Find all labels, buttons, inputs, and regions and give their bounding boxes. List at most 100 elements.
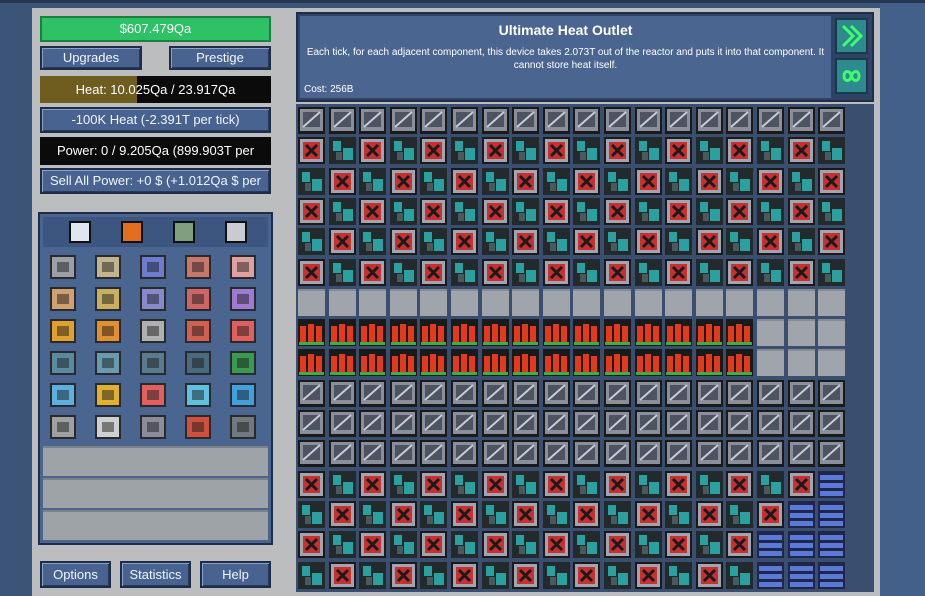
fuel-cell[interactable] [725, 348, 754, 377]
heat-outlet-cell[interactable] [328, 227, 357, 256]
plating-cell[interactable] [389, 439, 418, 468]
vent-heat-button[interactable]: -100K Heat (-2.391T per tick) [40, 107, 271, 133]
heat-vent-cell[interactable] [542, 227, 571, 256]
heat-vent-cell[interactable] [817, 197, 846, 226]
heat-inlet-icon[interactable] [138, 317, 168, 345]
fuel-cell[interactable] [389, 318, 418, 347]
plating-cell[interactable] [450, 409, 479, 438]
heat-vent-cell[interactable] [450, 258, 479, 287]
heat-outlet-cell[interactable] [450, 561, 479, 590]
plating-cell[interactable] [328, 106, 357, 135]
heat-vent-cell[interactable] [603, 500, 632, 529]
heat-vent-cell[interactable] [511, 258, 540, 287]
heat-outlet-cell[interactable] [358, 470, 387, 499]
exchanger-icon[interactable] [228, 285, 258, 313]
empty-cell[interactable] [817, 318, 846, 347]
heat-vent-cell[interactable] [572, 136, 601, 165]
heat-outlet-cell[interactable] [297, 530, 326, 559]
heat-outlet-cell[interactable] [756, 227, 785, 256]
plating-cell[interactable] [664, 379, 693, 408]
plating-cell[interactable] [756, 106, 785, 135]
heat-vent-cell[interactable] [481, 227, 510, 256]
heat-outlet-cell[interactable] [817, 227, 846, 256]
plating-cell[interactable] [634, 409, 663, 438]
infinite-mode-button[interactable] [835, 58, 868, 94]
plating-cell[interactable] [389, 379, 418, 408]
capacitor-icon[interactable] [138, 381, 168, 409]
heat-vent-cell[interactable] [328, 470, 357, 499]
heat-vent-cell[interactable] [634, 136, 663, 165]
plating-icon[interactable] [138, 413, 168, 441]
empty-cell[interactable] [664, 288, 693, 317]
capacitor-cell[interactable] [817, 561, 846, 590]
plating-cell[interactable] [511, 409, 540, 438]
heat-vent-cell[interactable] [572, 470, 601, 499]
cells-tab-icon[interactable] [69, 221, 91, 243]
heat-outlet-cell[interactable] [542, 136, 571, 165]
heat-outlet-cell[interactable] [389, 500, 418, 529]
heat-outlet-cell[interactable] [787, 136, 816, 165]
plating-cell[interactable] [542, 439, 571, 468]
heat-outlet-cell[interactable] [511, 500, 540, 529]
heat-outlet-cell[interactable] [603, 197, 632, 226]
heat-outlet-cell[interactable] [450, 500, 479, 529]
heat-outlet-cell[interactable] [419, 258, 448, 287]
heat-vent-cell[interactable] [725, 500, 754, 529]
exchanger-icon[interactable] [138, 285, 168, 313]
plating-cell[interactable] [756, 439, 785, 468]
exchanger-icon[interactable] [93, 285, 123, 313]
fuel-cell[interactable] [634, 318, 663, 347]
heat-vent-cell[interactable] [664, 227, 693, 256]
capacitor-icon[interactable] [228, 381, 258, 409]
heat-outlet-cell[interactable] [664, 197, 693, 226]
heat-vent-cell[interactable] [511, 136, 540, 165]
heat-outlet-cell[interactable] [695, 500, 724, 529]
heat-outlet-cell[interactable] [787, 258, 816, 287]
heat-vent-cell[interactable] [389, 136, 418, 165]
exchanger-icon[interactable] [48, 285, 78, 313]
vent-icon[interactable] [93, 253, 123, 281]
empty-cell[interactable] [358, 288, 387, 317]
plating-cell[interactable] [542, 379, 571, 408]
heat-outlet-cell[interactable] [328, 561, 357, 590]
fuel-cell[interactable] [481, 348, 510, 377]
plating-cell[interactable] [664, 409, 693, 438]
plating-icon[interactable] [48, 413, 78, 441]
heat-inlet-icon[interactable] [183, 317, 213, 345]
plating-cell[interactable] [817, 439, 846, 468]
exchanger-icon[interactable] [183, 285, 213, 313]
plating-cell[interactable] [572, 106, 601, 135]
heat-vent-cell[interactable] [756, 258, 785, 287]
plating-cell[interactable] [634, 379, 663, 408]
fuel-cell[interactable] [450, 348, 479, 377]
heat-vent-cell[interactable] [634, 197, 663, 226]
heat-vent-cell[interactable] [328, 530, 357, 559]
heat-outlet-icon[interactable] [138, 349, 168, 377]
heat-outlet-cell[interactable] [542, 258, 571, 287]
plating-cell[interactable] [511, 379, 540, 408]
heat-vent-cell[interactable] [695, 136, 724, 165]
empty-cell[interactable] [787, 318, 816, 347]
fuel-cell[interactable] [542, 348, 571, 377]
heat-outlet-cell[interactable] [695, 227, 724, 256]
fuel-cell[interactable] [695, 348, 724, 377]
plating-cell[interactable] [328, 379, 357, 408]
heat-vent-cell[interactable] [450, 136, 479, 165]
plating-cell[interactable] [695, 409, 724, 438]
fuel-cell[interactable] [328, 348, 357, 377]
empty-cell[interactable] [542, 288, 571, 317]
capacitor-cell[interactable] [787, 561, 816, 590]
heat-vent-cell[interactable] [358, 561, 387, 590]
heat-vent-cell[interactable] [450, 197, 479, 226]
heat-outlet-icon[interactable] [228, 349, 258, 377]
heat-vent-cell[interactable] [695, 258, 724, 287]
plating-cell[interactable] [419, 439, 448, 468]
plating-cell[interactable] [358, 439, 387, 468]
plating-cell[interactable] [787, 439, 816, 468]
plating-cell[interactable] [725, 409, 754, 438]
heat-vent-cell[interactable] [725, 227, 754, 256]
heat-vent-cell[interactable] [389, 470, 418, 499]
heat-vent-cell[interactable] [419, 167, 448, 196]
plating-cell[interactable] [725, 439, 754, 468]
plating-cell[interactable] [511, 106, 540, 135]
